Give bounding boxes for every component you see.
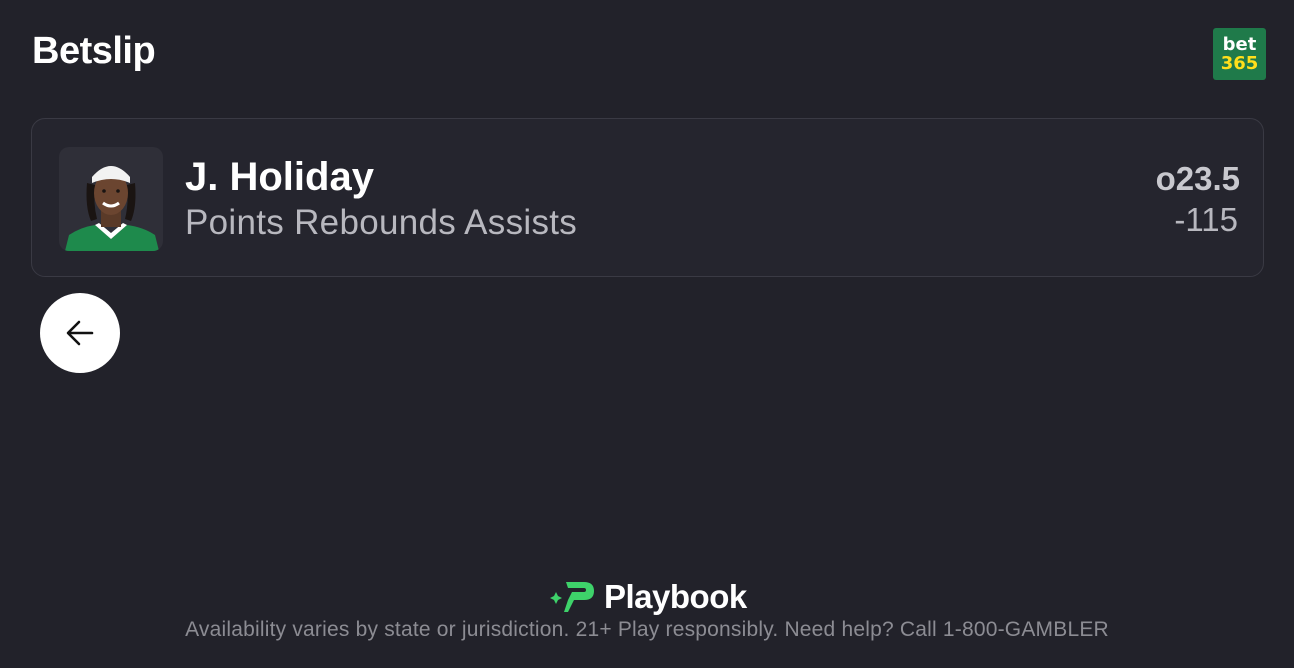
responsible-gaming-disclaimer: Availability varies by state or jurisdic…	[185, 618, 1109, 641]
sportsbook-logo-line2: 365	[1220, 53, 1259, 74]
bet-odds: -115	[1174, 201, 1238, 238]
page-title: Betslip	[32, 30, 156, 72]
arrow-left-icon	[66, 320, 94, 346]
sportsbook-logo: bet 365	[1213, 28, 1266, 80]
playbook-brand: Playbook	[604, 578, 747, 615]
playbook-mark-icon	[550, 582, 594, 612]
playbook-logo: Playbook	[550, 578, 747, 616]
player-name: J. Holiday	[185, 155, 374, 199]
betslip-page: Betslip bet 365 J. Holiday Points Reboun…	[0, 0, 1294, 668]
bet-card[interactable]: J. Holiday Points Rebounds Assists o23.5…	[31, 118, 1264, 277]
back-button[interactable]	[40, 293, 120, 373]
sportsbook-logo-line1: bet	[1222, 34, 1257, 55]
player-avatar	[59, 147, 163, 251]
player-headshot-icon	[65, 166, 159, 251]
bet-line: o23.5	[1155, 160, 1240, 197]
bet-market: Points Rebounds Assists	[185, 203, 578, 242]
